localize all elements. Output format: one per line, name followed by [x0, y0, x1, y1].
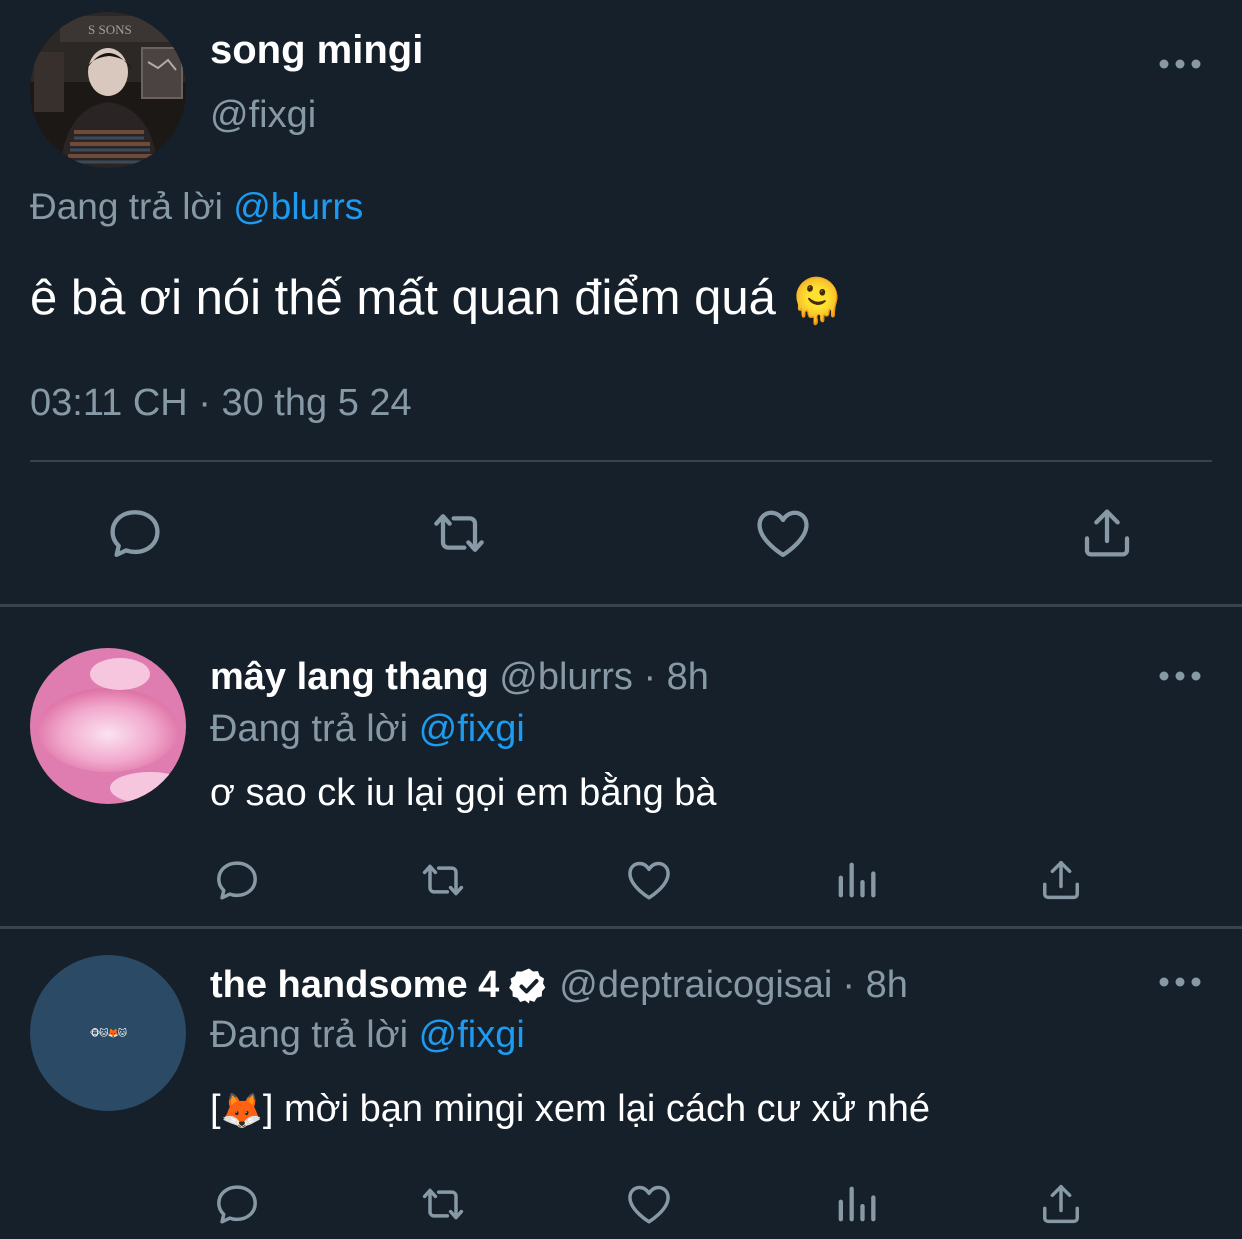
- replying-to: Đang trả lời @fixgi: [210, 708, 525, 751]
- display-name[interactable]: the handsome 4: [210, 964, 499, 1007]
- views-icon[interactable]: [830, 1178, 882, 1230]
- avatar[interactable]: [30, 648, 186, 804]
- like-icon[interactable]: [751, 501, 815, 565]
- share-icon[interactable]: [1075, 501, 1139, 565]
- divider: [30, 460, 1212, 462]
- reply-text: ơ sao ck iu lại gọi em bằng bà: [210, 772, 717, 814]
- replying-to: Đang trả lời @blurrs: [30, 186, 363, 228]
- avatar-emojis: 🐵🐱🦊🐱: [89, 1027, 127, 1038]
- like-icon[interactable]: [623, 854, 675, 906]
- share-icon[interactable]: [1035, 1178, 1087, 1230]
- user-handle[interactable]: @fixgi: [210, 94, 316, 137]
- display-name[interactable]: mây lang thang: [210, 656, 489, 698]
- reply-text-prefix: [: [210, 1088, 221, 1130]
- verified-badge-icon: [509, 966, 549, 1006]
- user-handle[interactable]: @deptraicogisai: [559, 964, 832, 1007]
- divider: [0, 926, 1242, 929]
- reply-icon[interactable]: [211, 1178, 263, 1230]
- avatar-sign-text: S SONS: [88, 22, 132, 37]
- reply-time[interactable]: · 8h: [842, 964, 907, 1007]
- avatar-image: [30, 648, 186, 804]
- reply-icon[interactable]: [103, 501, 167, 565]
- views-icon[interactable]: [830, 854, 882, 906]
- share-icon[interactable]: [1035, 854, 1087, 906]
- replying-to-label: Đang trả lời: [210, 708, 409, 750]
- replying-to: Đang trả lời @fixgi: [210, 1014, 525, 1057]
- replying-to-label: Đang trả lời: [210, 1014, 409, 1056]
- reply-header: the handsome 4 @deptraicogisai · 8h: [210, 964, 908, 1007]
- retweet-icon[interactable]: [427, 501, 491, 565]
- fox-emoji: 🦊: [220, 1091, 263, 1130]
- reply-text: [🦊] mời bạn mingi xem lại cách cư xử nhé: [210, 1088, 930, 1131]
- more-options-icon[interactable]: [1156, 658, 1204, 694]
- retweet-icon[interactable]: [417, 854, 469, 906]
- avatar[interactable]: S SONS: [30, 12, 186, 168]
- avatar[interactable]: 🐵🐱🦊🐱: [30, 955, 186, 1111]
- more-options-icon[interactable]: [1156, 46, 1204, 82]
- tweet-timestamp[interactable]: 03:11 CH · 30 thg 5 24: [30, 382, 412, 425]
- more-options-icon[interactable]: [1156, 964, 1204, 1000]
- reply-icon[interactable]: [211, 854, 263, 906]
- user-handle[interactable]: @blurrs: [499, 656, 633, 698]
- like-icon[interactable]: [623, 1178, 675, 1230]
- tweet-text: ê bà ơi nói thế mất quan điểm quá 🫠: [30, 270, 844, 327]
- replying-to-handle[interactable]: @fixgi: [419, 1014, 525, 1056]
- display-name[interactable]: song mingi: [210, 28, 423, 73]
- replying-to-handle[interactable]: @blurrs: [233, 186, 363, 227]
- replying-to-handle[interactable]: @fixgi: [419, 708, 525, 750]
- divider: [0, 604, 1242, 607]
- avatar-image: S SONS: [30, 12, 186, 168]
- tweet-body: ê bà ơi nói thế mất quan điểm quá: [30, 271, 776, 325]
- reply-time[interactable]: · 8h: [643, 656, 708, 698]
- replying-to-label: Đang trả lời: [30, 186, 223, 227]
- melting-face-emoji: 🫠: [789, 277, 845, 327]
- reply-body: ] mời bạn mingi xem lại cách cư xử nhé: [262, 1088, 931, 1130]
- reply-header: mây lang thang @blurrs · 8h: [210, 656, 709, 699]
- retweet-icon[interactable]: [417, 1178, 469, 1230]
